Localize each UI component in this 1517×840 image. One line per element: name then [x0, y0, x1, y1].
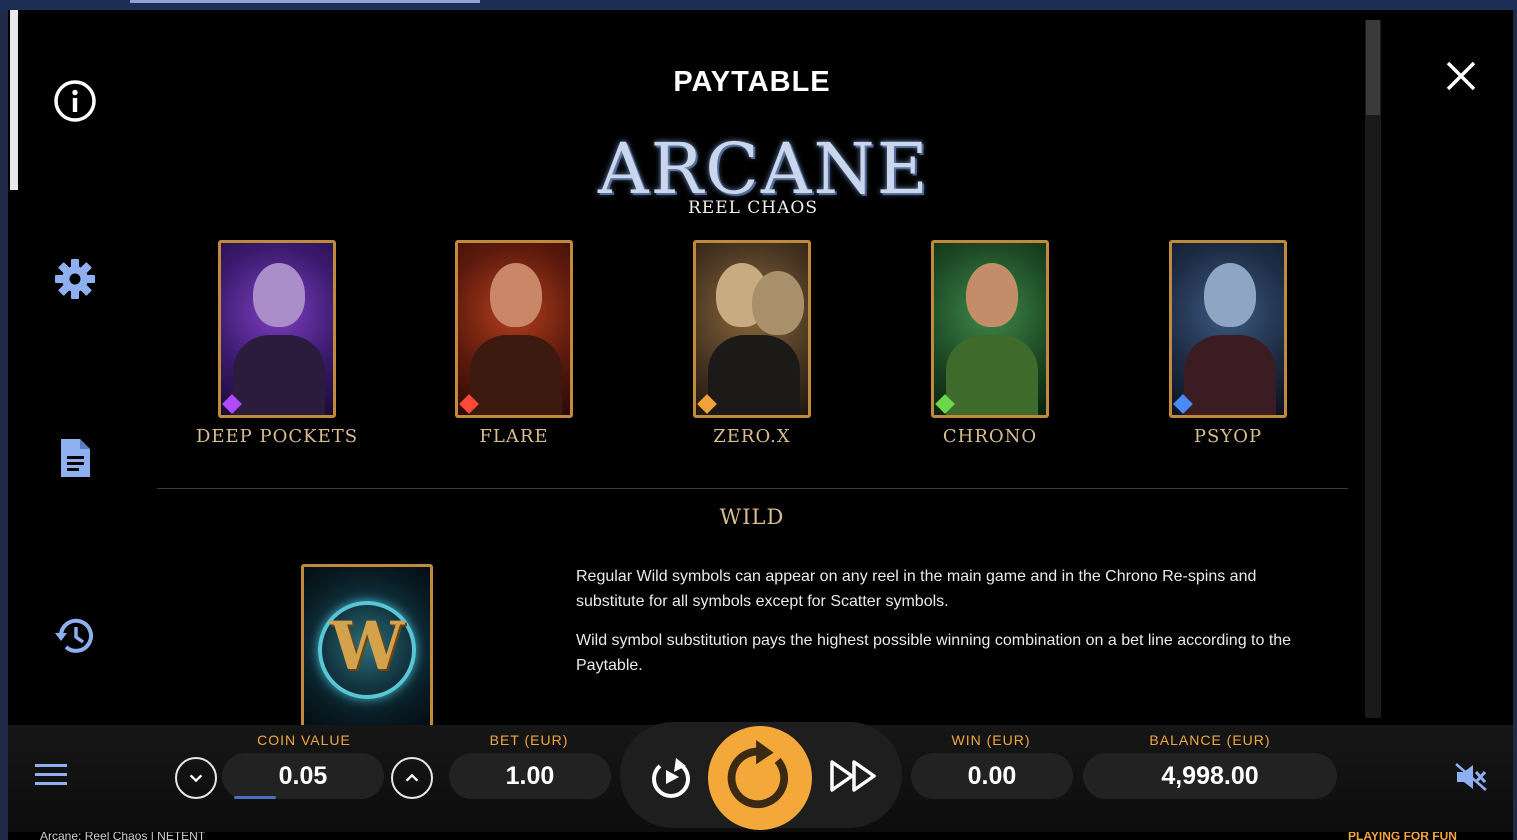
symbol-name-deep-pockets: DEEP POCKETS — [195, 426, 359, 447]
wild-description-1: Regular Wild symbols can appear on any r… — [576, 568, 1257, 610]
symbol-name-psyop: PSYOP — [1193, 426, 1263, 447]
symbol-name-zero-x: ZERO.X — [713, 426, 791, 447]
left-scroll-strip — [10, 10, 18, 190]
win-label: WIN (EUR) — [951, 732, 1031, 748]
coin-value-display: 0.05 — [222, 753, 384, 799]
symbol-card-chrono — [931, 240, 1049, 418]
coin-value-text: 0.05 — [278, 761, 328, 790]
symbol-name-flare: FLARE — [479, 426, 549, 447]
symbol-card-flare — [455, 240, 573, 418]
info-icon[interactable] — [52, 78, 98, 124]
coin-value-indicator — [234, 796, 276, 799]
symbol-card-psyop — [1169, 240, 1287, 418]
menu-icon[interactable] — [33, 760, 69, 790]
balance-label: BALANCE (EUR) — [1149, 732, 1271, 748]
turbo-fast-forward-icon[interactable] — [828, 756, 880, 796]
game-logo: ARCANE REEL CHAOS — [598, 128, 928, 228]
document-icon[interactable] — [52, 435, 98, 481]
win-display: 0.00 — [911, 753, 1073, 799]
spin-button[interactable] — [708, 726, 812, 830]
bet-display[interactable]: 1.00 — [449, 753, 611, 799]
footer-mode: PLAYING FOR FUN — [1348, 832, 1457, 840]
wild-symbol-card: W — [301, 564, 433, 734]
close-icon[interactable] — [1443, 58, 1479, 94]
gear-icon[interactable] — [52, 256, 98, 302]
logo-sub-text: REEL CHAOS — [687, 198, 818, 218]
wild-section-title: WILD — [719, 505, 785, 529]
footer-game-title: Arcane: Reel Chaos | NETENT — [40, 832, 206, 840]
footer-strip: Arcane: Reel Chaos | NETENT PLAYING FOR … — [8, 832, 1513, 840]
balance-value: 4,998.00 — [1161, 761, 1259, 790]
balance-display: 4,998.00 — [1083, 753, 1337, 799]
bet-label: BET (EUR) — [489, 732, 569, 748]
wild-description-2: Wild symbol substitution pays the highes… — [576, 632, 1292, 674]
coin-value-label: COIN VALUE — [257, 732, 351, 748]
history-icon[interactable] — [52, 613, 98, 659]
coin-value-decrease-button[interactable] — [175, 757, 217, 799]
autoplay-icon[interactable] — [646, 752, 696, 802]
wild-letter: W — [329, 607, 405, 685]
game-frame: PAYTABLE ARCANE REEL CHAOS DEEP POCKETS … — [8, 10, 1513, 840]
coin-value-increase-button[interactable] — [391, 757, 433, 799]
paytable-scrollbar[interactable] — [1365, 20, 1381, 718]
symbol-card-zero-x — [693, 240, 811, 418]
scrollbar-thumb[interactable] — [1366, 20, 1380, 115]
browser-top-bar — [0, 0, 1517, 10]
symbol-card-deep-pockets — [218, 240, 336, 418]
page-title: PAYTABLE — [673, 66, 831, 98]
section-divider — [157, 488, 1348, 489]
sound-muted-icon[interactable] — [1454, 762, 1488, 792]
symbol-name-chrono: CHRONO — [942, 426, 1038, 447]
bet-value: 1.00 — [505, 761, 555, 790]
win-value: 0.00 — [967, 761, 1017, 790]
